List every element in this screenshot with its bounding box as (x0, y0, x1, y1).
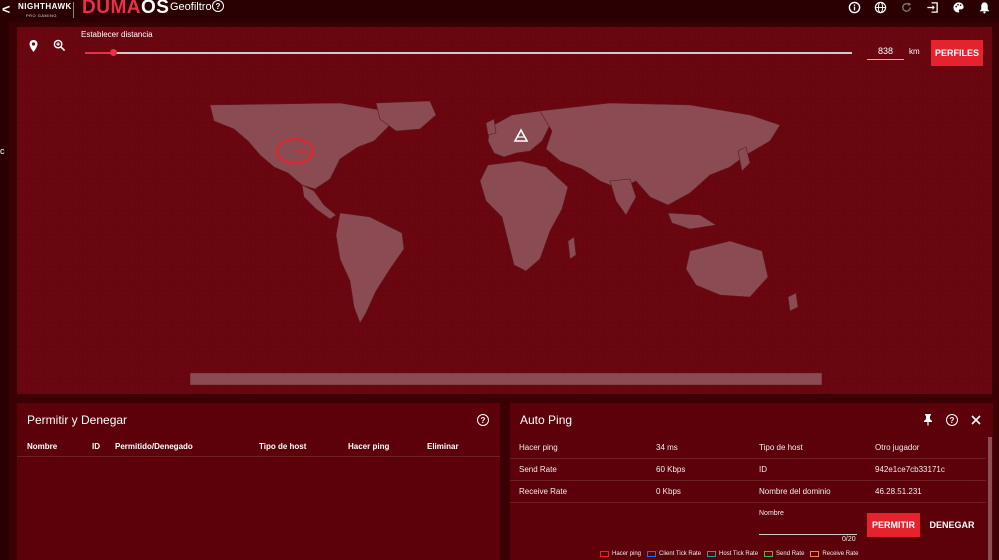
info-value: 60 Kbps (656, 465, 686, 474)
auto-ping-panel: Auto Ping ? Hacer ping 34 ms Tipo de hos… (510, 403, 993, 560)
info-value: 34 ms (656, 443, 678, 452)
page-title: Geofiltro (170, 1, 212, 13)
info-value: 942e1ce7cb33171c (875, 465, 945, 474)
logo-part-os: OS (141, 0, 170, 18)
name-char-counter: 0/20 (842, 536, 856, 543)
info-label: Hacer ping (519, 443, 558, 452)
logo-part-duma: DUMA (82, 0, 141, 18)
close-icon[interactable] (970, 413, 982, 431)
distance-unit: km (909, 47, 920, 56)
info-value: 0 Kbps (656, 487, 681, 496)
allow-deny-panel: Permitir y Denegar ? Nombre ID Permitido… (17, 403, 500, 560)
back-chevron-icon[interactable]: < (2, 1, 10, 17)
ping-info-row: Hacer ping 34 ms Tipo de host Otro jugad… (510, 437, 986, 459)
name-input[interactable] (759, 534, 857, 535)
column-header[interactable]: Tipo de host (259, 442, 306, 451)
sign-in-icon[interactable] (925, 0, 939, 14)
legend-item[interactable]: Send Rate (764, 551, 804, 557)
zoom-in-icon[interactable] (53, 39, 67, 53)
allow-button[interactable]: PERMITIR (867, 513, 920, 537)
legend-label: Hacer ping (612, 551, 642, 557)
column-header[interactable]: Hacer ping (348, 442, 389, 451)
globe-icon[interactable] (873, 0, 887, 14)
legend-swatch (600, 551, 609, 557)
info-label: Send Rate (519, 465, 557, 474)
legend-item[interactable]: Client Tick Rate (647, 551, 701, 557)
world-map[interactable] (190, 101, 822, 385)
distance-slider-track[interactable] (85, 52, 852, 54)
distance-slider-fill (85, 52, 113, 54)
refresh-icon[interactable] (899, 0, 913, 14)
allow-deny-table-header: Nombre ID Permitido/Denegado Tipo de hos… (17, 437, 500, 457)
help-icon[interactable]: ? (946, 414, 958, 426)
legend-swatch (647, 551, 657, 557)
palette-icon[interactable] (951, 0, 965, 14)
pin-icon[interactable] (922, 413, 934, 431)
column-header[interactable]: ID (92, 442, 100, 451)
duma-os-logo: DUMAOS (82, 0, 169, 19)
ping-info-row: Send Rate 60 Kbps ID 942e1ce7cb33171c (510, 459, 986, 481)
distance-input[interactable]: 838 (867, 44, 904, 60)
legend-item[interactable]: Hacer ping (600, 551, 641, 557)
sidebar: c (0, 22, 9, 560)
column-header[interactable]: Eliminar (427, 442, 459, 451)
legend-label: Client Tick Rate (659, 551, 702, 557)
bell-icon[interactable] (977, 0, 991, 14)
info-icon[interactable] (847, 0, 861, 14)
brand-subtitle: PRO GAMING (26, 13, 58, 18)
legend-item[interactable]: Host Tick Rate (707, 551, 758, 557)
allow-deny-title: Permitir y Denegar (27, 413, 128, 427)
brand-divider (73, 2, 74, 18)
info-value: 46.28.51.231 (875, 487, 922, 496)
info-value: Otro jugador (875, 443, 920, 452)
auto-ping-title: Auto Ping (520, 413, 573, 427)
column-header[interactable]: Nombre (27, 442, 57, 451)
profiles-button[interactable]: PERFILES (931, 40, 983, 66)
distance-label: Establecer distancia (81, 30, 153, 39)
legend-swatch (707, 551, 717, 557)
legend-label: Host Tick Rate (719, 551, 759, 557)
scrollbar[interactable] (988, 437, 992, 560)
column-header[interactable]: Permitido/Denegado (115, 442, 193, 451)
help-icon[interactable]: ? (212, 0, 224, 12)
map-pin-icon[interactable] (27, 39, 41, 53)
name-field-label: Nombre (759, 510, 784, 517)
info-label: Receive Rate (519, 487, 568, 496)
top-bar: < NIGHTHAWK PRO GAMING DUMAOS Geofiltro … (0, 0, 999, 22)
info-label: Tipo de host (759, 443, 803, 452)
help-icon[interactable]: ? (477, 414, 489, 426)
legend-label: Receive Rate (822, 551, 859, 557)
deny-button[interactable]: DENEGAR (926, 513, 978, 537)
geofilter-map-panel[interactable]: Establecer distancia 838 km PERFILES (17, 27, 992, 394)
info-label: ID (759, 465, 767, 474)
brand-name: NIGHTHAWK (18, 2, 72, 11)
legend-item[interactable]: Receive Rate (810, 551, 858, 557)
ping-chart-legend: Hacer ping Client Tick Rate Host Tick Ra… (600, 551, 858, 557)
sidebar-partial-label: c (0, 146, 5, 156)
legend-swatch (764, 551, 774, 557)
distance-slider-handle[interactable] (110, 49, 117, 56)
legend-label: Send Rate (776, 551, 805, 557)
info-label: Nombre del dominio (759, 487, 831, 496)
legend-swatch (810, 551, 820, 557)
ping-info-row: Receive Rate 0 Kbps Nombre del dominio 4… (510, 481, 986, 503)
